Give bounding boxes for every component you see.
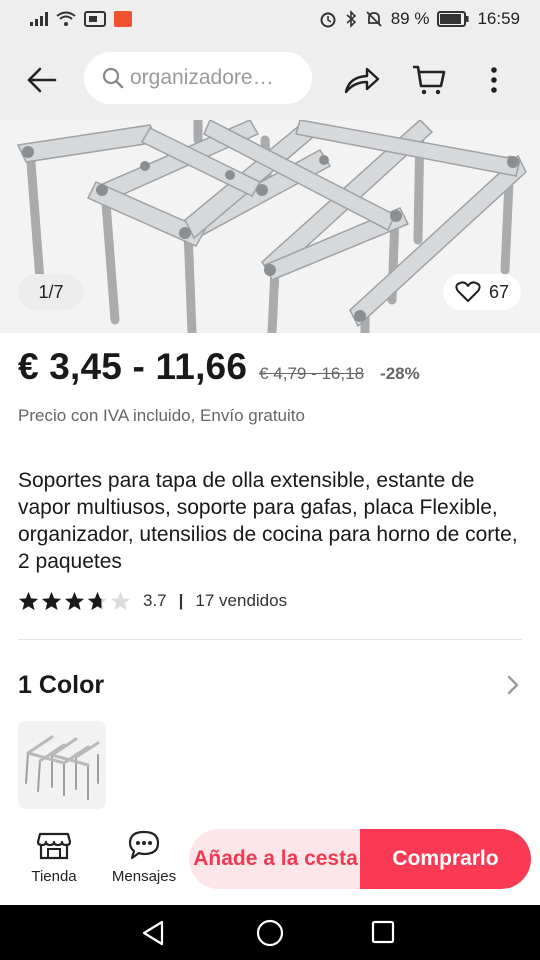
share-button[interactable] [340,60,384,100]
messages-label: Mensajes [111,868,177,885]
divider [18,639,522,640]
original-price: € 4,79 - 16,18 [259,364,365,383]
discount-badge: -28% [380,364,420,383]
rating-row[interactable]: 3.7 | 17 vendidos [18,591,287,611]
price-row: € 3,45 - 11,66 € 4,79 - 16,18 -28% [18,346,420,388]
star-icon [18,591,39,611]
heart-icon [455,281,481,302]
cart-icon [413,65,446,95]
system-back-button[interactable] [140,919,170,947]
mute-bell-icon [366,11,382,27]
alarm-icon [320,12,336,28]
search-input[interactable]: organizadore… [84,52,312,104]
aliexpress-notification-icon [114,11,132,27]
swatch-thumbnail [18,721,106,809]
messages-tab[interactable]: Mensajes [104,830,184,885]
sold-count: 17 vendidos [195,591,288,610]
battery-icon [437,11,469,27]
wishlist-count: 67 [488,281,510,302]
system-recents-button[interactable] [370,919,398,947]
cart-button[interactable] [407,60,451,100]
circle-home-icon [256,919,284,947]
color-section-expand[interactable] [506,674,528,698]
add-to-cart-button[interactable]: Añade a la cesta [189,829,362,889]
wifi-icon [56,11,76,26]
product-title: Soportes para tapa de olla extensible, e… [18,469,518,573]
search-query-text: organizadore… [130,66,274,89]
store-label: Tienda [31,868,77,885]
color-swatch[interactable] [18,721,106,809]
bottom-action-bar: Tienda Mensajes Añade a la cesta Comprar… [0,820,540,905]
store-tab[interactable]: Tienda [14,830,94,885]
bluetooth-icon [346,10,356,28]
status-right: 89 % 16:59 [319,9,520,29]
search-icon [102,67,124,89]
star-icon [64,591,85,611]
wishlist-button[interactable]: 67 [443,274,521,310]
chat-bubble-icon [128,830,160,860]
separator: | [178,591,184,610]
star-empty-icon [110,591,131,611]
system-home-button[interactable] [255,918,285,948]
triangle-back-icon [142,920,164,946]
store-icon [37,832,71,860]
star-icon [41,591,62,611]
rating-stars [18,591,131,611]
more-vertical-icon [491,67,497,93]
rating-value: 3.7 [143,591,167,610]
chevron-right-icon [507,675,519,695]
share-arrow-icon [344,67,380,94]
more-options-button[interactable] [478,60,510,100]
clock: 16:59 [477,9,520,28]
buy-now-button[interactable]: Comprarlo [360,829,531,889]
status-bar: 89 % 16:59 [0,0,540,38]
star-partial-icon [87,591,108,611]
image-counter: 1/7 [18,274,84,310]
signal-icon [30,12,48,26]
battery-percent: 89 % [390,9,430,28]
current-price: € 3,45 - 11,66 [18,346,248,387]
tax-shipping-note: Precio con IVA incluido, Envío gratuito [18,406,305,425]
status-left [30,11,132,27]
back-button[interactable] [22,60,62,100]
color-section-title[interactable]: 1 Color [18,671,104,700]
square-recents-icon [371,920,395,944]
arrow-left-icon [27,67,57,93]
top-toolbar: organizadore… [0,38,540,120]
system-navigation-bar [0,905,540,960]
sim-card-icon [84,11,106,27]
